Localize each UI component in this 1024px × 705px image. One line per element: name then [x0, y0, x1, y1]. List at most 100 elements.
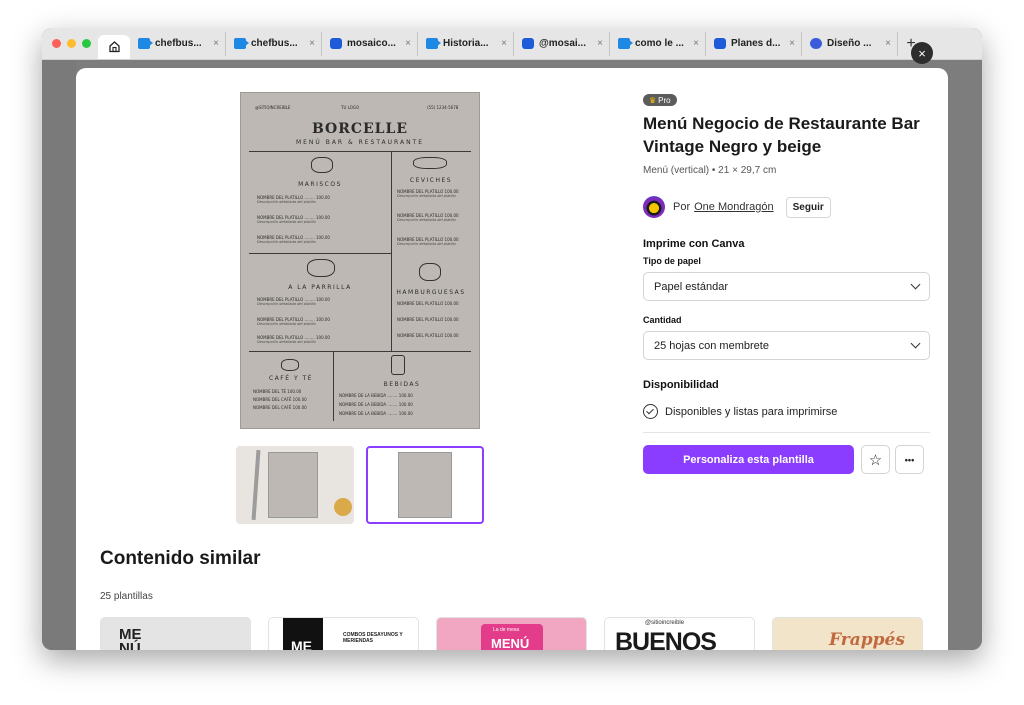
tab-label: chefbus... — [251, 38, 298, 49]
shrimp-icon — [311, 157, 333, 173]
tab-label: como le ... — [635, 38, 684, 49]
tab-label: Planes d... — [731, 38, 781, 49]
video-icon — [138, 38, 153, 49]
paper-type-label: Tipo de papel — [643, 256, 701, 266]
tab-label: Diseño ... — [827, 38, 872, 49]
paper-type-value: Papel estándar — [654, 280, 728, 293]
author-link[interactable]: One Mondragón — [694, 201, 774, 213]
tab-6[interactable]: como le ... × — [610, 31, 706, 56]
availability-row: Disponibles y listas para imprimirse — [643, 404, 837, 419]
home-icon — [108, 41, 120, 53]
tab-2[interactable]: chefbus... × — [226, 31, 322, 56]
availability-heading: Disponibilidad — [643, 379, 719, 391]
favorite-button[interactable]: ☆ — [861, 445, 890, 474]
tab-close-icon[interactable]: × — [405, 38, 411, 49]
close-window-button[interactable] — [52, 39, 61, 48]
video-icon — [234, 38, 249, 49]
tab-label: @mosai... — [539, 38, 586, 49]
availability-text: Disponibles y listas para imprimirse — [665, 405, 838, 418]
tab-7[interactable]: Planes d... × — [706, 31, 802, 56]
more-options-button[interactable]: ••• — [895, 445, 924, 474]
tab-close-icon[interactable]: × — [501, 38, 507, 49]
similar-card[interactable]: ME NÚ — [100, 617, 251, 650]
canva-icon — [810, 38, 822, 49]
tab-close-icon[interactable]: × — [693, 38, 699, 49]
video-icon — [426, 38, 441, 49]
tabs: chefbus... × chefbus... × mosaico... × Hist… — [130, 31, 982, 56]
chat-icon — [714, 38, 726, 49]
quantity-select[interactable]: 25 hojas con membrete — [643, 331, 930, 360]
preview-section: CAFÉ Y TÉ — [269, 375, 313, 382]
preview-section: MARISCOS — [298, 181, 342, 188]
preview-handle: @SITIOINCREIBLE — [255, 105, 291, 110]
similar-card[interactable]: Frappés — [772, 617, 923, 650]
glass-icon — [391, 355, 405, 375]
pencil-icon — [251, 449, 261, 521]
star-icon: ☆ — [868, 451, 883, 469]
burger-icon — [419, 263, 441, 281]
avatar[interactable] — [643, 196, 665, 218]
template-preview: @SITIOINCREIBLE TU LOGO (55) 1234-5678 B… — [240, 92, 480, 429]
similar-card[interactable]: ME COMBOS DESAYUNOS Y MERIENDAS — [268, 617, 419, 650]
preview-logo: TU LOGO — [341, 105, 360, 110]
window-controls — [42, 39, 98, 48]
video-icon — [618, 38, 633, 49]
more-icon: ••• — [904, 454, 915, 465]
divider — [643, 432, 930, 433]
template-subtitle: Menú (vertical) • 21 × 29,7 cm — [643, 165, 777, 176]
author-prefix: Por — [673, 201, 691, 213]
preview-brand: BORCELLE — [311, 121, 409, 137]
print-heading: Imprime con Canva — [643, 238, 745, 250]
tab-label: mosaico... — [347, 38, 396, 49]
tab-5[interactable]: @mosai... × — [514, 31, 610, 56]
follow-button[interactable]: Seguir — [785, 196, 831, 218]
browser-window: chefbus... × chefbus... × mosaico... × Hist… — [42, 28, 982, 650]
chevron-down-icon — [910, 279, 921, 290]
check-circle-icon — [643, 404, 658, 419]
preview-section: CEVICHES — [409, 177, 453, 184]
chevron-down-icon — [910, 338, 921, 349]
preview-section: A LA PARRILLA — [288, 284, 352, 291]
template-title: Menú Negocio de Restaurante Bar Vintage … — [643, 114, 920, 156]
customize-template-button[interactable]: Personaliza esta plantilla — [643, 445, 854, 474]
fish-icon — [413, 157, 447, 169]
tab-4[interactable]: Historia... × — [418, 31, 514, 56]
tab-close-icon[interactable]: × — [213, 38, 219, 49]
quantity-label: Cantidad — [643, 315, 682, 325]
tab-close-icon[interactable]: × — [789, 38, 795, 49]
tab-close-icon[interactable]: × — [597, 38, 603, 49]
preview-section: HAMBURGUESAS — [396, 289, 466, 296]
quantity-value: 25 hojas con membrete — [654, 339, 769, 352]
similar-card[interactable]: La de mesa MENÚ — [436, 617, 587, 650]
similar-card[interactable]: @sitioincreible BUENOS — [604, 617, 755, 650]
home-tab[interactable] — [98, 34, 130, 59]
tab-8[interactable]: Diseño ... × — [802, 31, 898, 56]
tab-bar: chefbus... × chefbus... × mosaico... × Hist… — [42, 28, 982, 60]
preview-section: BEBIDAS — [383, 381, 421, 388]
preview-phone: (55) 1234-5678 — [427, 105, 459, 110]
similar-content-title: Contenido similar — [100, 548, 261, 569]
coffee-cup-icon — [281, 359, 299, 371]
preview-tagline: MENÚ BAR & RESTAURANTE — [295, 139, 425, 146]
pro-badge: ♛ Pro — [643, 94, 677, 106]
close-modal-button[interactable]: × — [911, 42, 933, 64]
chat-icon — [330, 38, 342, 49]
paper-type-select[interactable]: Papel estándar — [643, 272, 930, 301]
minimize-window-button[interactable] — [67, 39, 76, 48]
steak-icon — [307, 259, 335, 277]
tab-label: Historia... — [443, 38, 489, 49]
author-row: Por One Mondragón Seguir — [643, 196, 831, 218]
mug-icon — [334, 498, 352, 516]
preview-thumbnail-mockup[interactable] — [236, 446, 354, 524]
page-background — [42, 60, 76, 650]
similar-count: 25 plantillas — [100, 591, 153, 602]
tab-3[interactable]: mosaico... × — [322, 31, 418, 56]
tab-close-icon[interactable]: × — [885, 38, 891, 49]
preview-thumbnail-selected[interactable] — [366, 446, 484, 524]
tab-close-icon[interactable]: × — [309, 38, 315, 49]
tab-1[interactable]: chefbus... × — [130, 31, 226, 56]
chat-icon — [522, 38, 534, 49]
zoom-window-button[interactable] — [82, 39, 91, 48]
crown-icon: ♛ — [649, 95, 657, 105]
tab-label: chefbus... — [155, 38, 202, 49]
